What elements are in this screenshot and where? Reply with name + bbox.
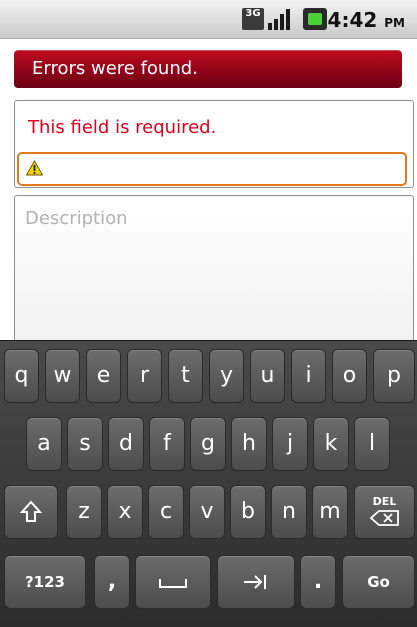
key-b[interactable]: b — [230, 485, 266, 539]
key-y[interactable]: y — [209, 349, 244, 403]
key-label: o — [342, 363, 357, 388]
error-banner: Errors were found. — [14, 50, 402, 88]
key-q[interactable]: q — [4, 349, 39, 403]
battery-icon — [303, 8, 327, 30]
backspace-icon — [369, 510, 399, 526]
key-label: t — [181, 363, 190, 388]
key-e[interactable]: e — [86, 349, 121, 403]
period-key[interactable]: . — [300, 555, 336, 609]
key-label: v — [200, 499, 214, 524]
status-bar: 3G 4:42 PM — [0, 0, 417, 39]
clock: 4:42 PM — [328, 8, 405, 32]
key-label: g — [201, 431, 215, 456]
key-i[interactable]: i — [291, 349, 326, 403]
key-v[interactable]: v — [189, 485, 225, 539]
key-k[interactable]: k — [313, 417, 349, 471]
network-label: 3G — [245, 8, 261, 19]
key-label: k — [324, 431, 338, 456]
key-label: e — [96, 363, 111, 388]
key-label: , — [107, 569, 117, 594]
key-d[interactable]: d — [108, 417, 144, 471]
key-h[interactable]: h — [231, 417, 267, 471]
symbols-key[interactable]: ?123 — [4, 555, 86, 609]
network-3g-icon: 3G — [242, 8, 264, 30]
space-icon — [159, 579, 187, 588]
key-p[interactable]: p — [373, 349, 415, 403]
key-f[interactable]: f — [149, 417, 185, 471]
key-u[interactable]: u — [250, 349, 285, 403]
key-w[interactable]: w — [45, 349, 80, 403]
key-label: . — [313, 569, 323, 594]
key-label: s — [79, 431, 91, 456]
key-l[interactable]: l — [354, 417, 390, 471]
key-label: w — [53, 363, 72, 388]
key-label: d — [119, 431, 133, 456]
warning-icon — [26, 160, 43, 176]
tab-key[interactable] — [217, 555, 295, 609]
key-n[interactable]: n — [271, 485, 307, 539]
delete-key-label: DEL — [372, 495, 397, 508]
description-placeholder: Description — [25, 208, 128, 229]
signal-strength-icon — [268, 8, 292, 30]
field-error-message: This field is required. — [28, 117, 217, 138]
required-field-card: This field is required. — [14, 100, 414, 188]
key-j[interactable]: j — [272, 417, 308, 471]
required-text-field[interactable] — [17, 152, 407, 186]
key-label: p — [387, 363, 401, 388]
soft-keyboard: q w e r t y u i o p a s d f g h j k l z … — [0, 340, 417, 627]
key-label: Go — [367, 573, 390, 591]
key-label: f — [163, 431, 171, 456]
key-label: i — [305, 363, 312, 388]
description-field[interactable]: Description — [14, 195, 414, 357]
key-label: a — [37, 431, 51, 456]
key-c[interactable]: c — [148, 485, 184, 539]
clock-ampm: PM — [384, 16, 405, 30]
tab-icon — [244, 575, 266, 589]
key-label: h — [242, 431, 256, 456]
key-s[interactable]: s — [67, 417, 103, 471]
key-g[interactable]: g — [190, 417, 226, 471]
key-label: r — [139, 363, 150, 388]
key-label: n — [282, 499, 296, 524]
key-label: j — [286, 431, 294, 456]
key-a[interactable]: a — [26, 417, 62, 471]
key-t[interactable]: t — [168, 349, 203, 403]
key-label: ?123 — [24, 573, 65, 591]
key-x[interactable]: x — [107, 485, 143, 539]
shift-icon — [19, 500, 43, 522]
key-label: c — [159, 499, 173, 524]
key-label: y — [219, 363, 234, 388]
key-label: m — [319, 499, 341, 524]
key-label: b — [241, 499, 255, 524]
comma-key[interactable]: , — [94, 555, 130, 609]
space-key[interactable] — [135, 555, 211, 609]
key-label: z — [78, 499, 90, 524]
key-label: q — [14, 363, 29, 388]
go-key[interactable]: Go — [342, 555, 415, 609]
key-r[interactable]: r — [127, 349, 162, 403]
delete-key[interactable]: DEL — [354, 485, 415, 539]
key-label: l — [368, 431, 376, 456]
key-m[interactable]: m — [312, 485, 348, 539]
key-label: u — [260, 363, 275, 388]
key-z[interactable]: z — [66, 485, 102, 539]
error-banner-text: Errors were found. — [32, 58, 198, 79]
key-label: x — [118, 499, 132, 524]
key-o[interactable]: o — [332, 349, 367, 403]
shift-key[interactable] — [4, 485, 58, 539]
clock-time: 4:42 — [327, 8, 378, 32]
